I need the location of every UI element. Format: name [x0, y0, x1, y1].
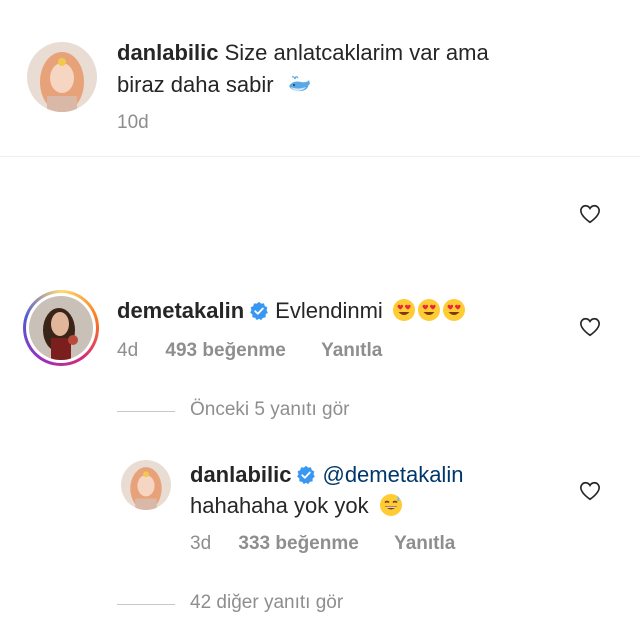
view-more-replies-link[interactable]: 42 diğer yanıtı gör	[190, 592, 343, 614]
comment-1-line-1: danlabilic Size anlatcaklarim var ama	[117, 38, 489, 68]
like-heart-icon[interactable]	[579, 203, 601, 225]
comment-meta: 4d 493 beğenme Yanıtla	[117, 340, 382, 362]
heart-eyes-emoji-icon	[417, 299, 440, 321]
likes-count[interactable]: 333 beğenme	[238, 533, 358, 554]
avatar-demetakalin-story-ring[interactable]	[23, 290, 99, 366]
avatar-demetakalin	[26, 293, 96, 363]
reply-username[interactable]: danlabilic	[190, 462, 291, 487]
reply-button[interactable]: Yanıtla	[321, 340, 382, 361]
comment-time: 10d	[117, 112, 149, 133]
reply-line-2: hahahaha yok yok	[190, 491, 403, 521]
like-heart-icon[interactable]	[579, 480, 601, 502]
sweat-smile-emoji-icon	[379, 494, 402, 516]
reply-time: 3d	[190, 533, 212, 554]
mention-link[interactable]: @demetakalin	[322, 462, 463, 487]
reply-text: hahahaha yok yok	[190, 493, 369, 518]
comment-time: 4d	[117, 340, 139, 361]
comment-text: Evlendinmi	[275, 298, 383, 323]
divider	[0, 156, 640, 157]
reply-meta: 3d 333 beğenme Yanıtla	[190, 533, 455, 555]
comment-username[interactable]: danlabilic	[117, 40, 218, 65]
view-previous-replies-link[interactable]: Önceki 5 yanıtı gör	[190, 399, 349, 421]
likes-count[interactable]: 493 beğenme	[165, 340, 285, 361]
comment-username[interactable]: demetakalin	[117, 298, 244, 323]
avatar-danlabilic[interactable]	[121, 460, 171, 510]
whale-emoji-icon	[288, 76, 310, 92]
avatar-danlabilic[interactable]	[27, 42, 97, 112]
thread-line	[117, 604, 175, 605]
comment-1-line-2: biraz daha sabir	[117, 70, 314, 100]
reply-button[interactable]: Yanıtla	[394, 533, 455, 554]
like-heart-icon[interactable]	[579, 316, 601, 338]
reply-line-1: danlabilic @demetakalin	[190, 460, 463, 490]
verified-badge-icon	[297, 465, 316, 485]
comment-2-line: demetakalin Evlendinmi	[117, 296, 466, 326]
verified-badge-icon	[250, 301, 269, 321]
heart-eyes-emoji-icon	[442, 299, 465, 321]
thread-line	[117, 411, 175, 412]
comment-text: biraz daha sabir	[117, 72, 274, 97]
heart-eyes-emoji-icon	[392, 299, 415, 321]
comment-text: Size anlatcaklarim var ama	[224, 40, 489, 65]
